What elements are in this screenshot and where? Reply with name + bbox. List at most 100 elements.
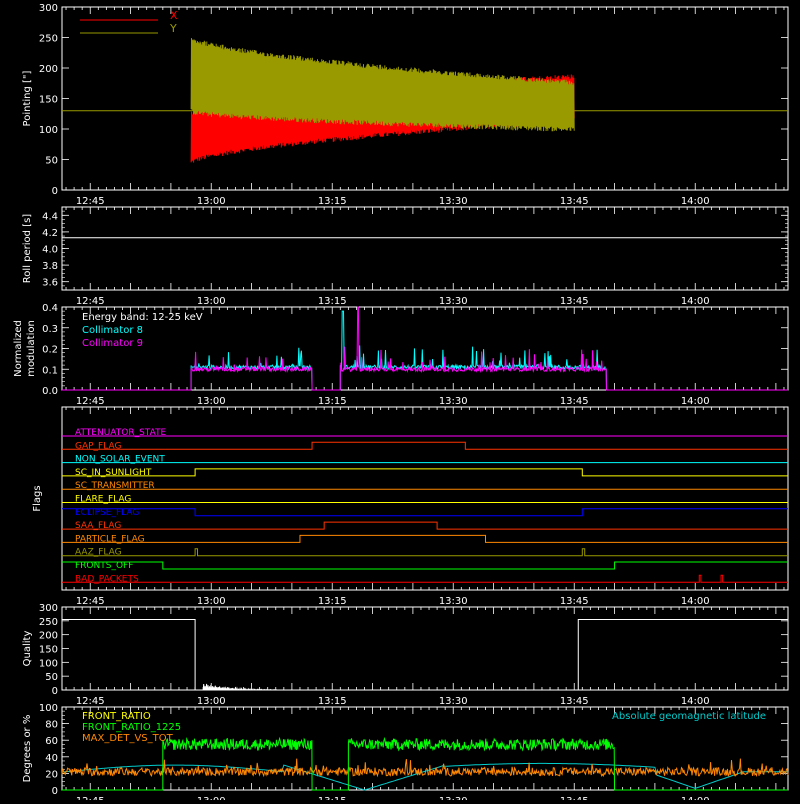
x-tick-label: 14:00 [681,196,710,207]
y-tick-label: 50 [45,156,58,167]
y-tick-label: 60 [45,736,58,747]
legend-collimator-8: Collimator 8 [82,325,143,336]
legend-label-x: X [170,9,178,22]
y-tick-label: 250 [39,34,58,45]
y-tick-label: 0.3 [42,324,58,335]
x-tick-label: 13:30 [439,196,468,207]
x-tick-label: 13:45 [560,396,589,407]
y-tick-label: 0.1 [42,365,58,376]
x-tick-label: 13:45 [560,696,589,707]
x-tick-label: 13:00 [197,396,226,407]
y-axis-label: Degrees or % [22,715,33,783]
flag-label: GAP_FLAG [75,441,121,451]
y-axis-label: Pointing ["] [22,70,33,126]
y-tick-label: 0.0 [42,386,58,397]
x-tick-label: 13:15 [318,596,347,607]
x-tick-label: 13:15 [318,396,347,407]
legend-collimator-9: Collimator 9 [82,338,143,349]
y-axis-label-line1: Normalized [13,320,24,377]
flag-label: FLARE_FLAG [75,495,131,505]
flag-label: SC_IN_SUNLIGHT [75,468,152,478]
x-tick-label: 13:15 [318,296,347,307]
x-tick-label: 14:00 [681,696,710,707]
y-axis-label: Quality [22,631,33,667]
x-tick-label: 13:30 [439,396,468,407]
y-tick-label: 100 [39,125,58,136]
x-tick-label: 12:45 [76,296,105,307]
y-tick-label: 300 [39,603,58,614]
y-tick-label: 50 [45,672,58,683]
annotation-latitude: Absolute geomagnetic latitude [612,711,766,722]
legend-front-ratio: FRONT_RATIO [82,711,151,722]
flag-label: ECLIPSE_FLAG [75,508,139,518]
x-tick-label: 12:45 [76,196,105,207]
y-tick-label: 20 [45,769,58,780]
x-tick-label: 13:45 [560,796,589,800]
x-tick-label: 14:00 [681,796,710,800]
y-tick-label: 100 [39,658,58,669]
y-tick-label: 0.4 [42,303,58,314]
x-tick-label: 13:30 [439,296,468,307]
x-tick-label: 13:15 [318,196,347,207]
legend-energy-band: Energy band: 12-25 keV [82,312,203,323]
flag-label: PARTICLE_FLAG [75,534,145,544]
y-tick-label: 4.0 [42,245,58,256]
panel-frame [61,406,789,591]
x-tick-label: 13:00 [197,696,226,707]
y-tick-label: 150 [39,645,58,656]
legend-label-y: Y [169,22,177,35]
flag-line [62,508,788,517]
y-tick-label: 200 [39,64,58,75]
x-tick-label: 13:00 [197,796,226,800]
max-det-series [61,758,789,778]
quality-panel: 12:45 13:00 13:15 13:30 13:45 14:00 0 50 100 150 2… [22,603,789,707]
y-axis-label: Roll period [s] [22,214,33,283]
roll-period-panel: 12:45 13:00 13:15 13:30 13:45 14:00 3.6 3.8 4.0 4… [22,206,789,307]
x-tick-label: 13:45 [560,296,589,307]
x-tick-label: 13:45 [560,596,589,607]
y-tick-label: 80 [45,720,58,731]
pointing-panel: 12:45 13:00 13:15 13:30 13:45 14:00 0 50 100 150 2… [22,3,789,207]
x-tick-label: 13:00 [197,596,226,607]
chart-svg: 12:45 13:00 13:15 13:30 13:45 14:00 0 50 100 150 2… [13,3,789,804]
flag-label: SAA_FLAG [75,521,121,531]
x-tick-label: 13:45 [560,196,589,207]
quality-spikes [202,683,277,691]
flags-panel: 12:45 13:00 13:15 13:30 13:45 14:00 Flags ATTEN… [32,406,789,607]
y-tick-label: 3.8 [42,261,58,272]
x-tick-label: 14:00 [681,296,710,307]
quality-line [62,618,788,691]
ratio-panel: 12:45 13:00 13:15 13:30 13:45 14:00 0 20 40 60 80 1… [22,703,789,804]
flag-label: BAD_PACKETS [75,574,139,584]
legend-front-ratio-1225: FRONT_RATIO_1225 [82,722,181,733]
x-tick-label: 12:45 [76,696,105,707]
flag-line [62,574,788,583]
y-tick-label: 0 [52,686,58,697]
chart-figure: 12:45 13:00 13:15 13:30 13:45 14:00 0 50 100 150 2… [0,0,800,804]
y-tick-label: 40 [45,753,58,764]
flag-line [62,441,788,450]
y-tick-label: 200 [39,631,58,642]
y-tick-label: 3.6 [42,278,58,289]
x-tick-label: 12:45 [76,796,105,800]
y-tick-label: 150 [39,95,58,106]
modulation-panel: 12:45 13:00 13:15 13:30 13:45 14:00 0.0 0.1 0.2 0… [13,303,789,407]
x-tick-label: 13:15 [318,796,347,800]
flag-label: NON_SOLAR_EVENT [75,455,165,465]
x-tick-label: 12:45 [76,596,105,607]
flag-line [62,521,788,530]
x-tick-label: 14:00 [681,596,710,607]
y-axis-label-line2: modulation [26,320,37,377]
flag-line [62,468,788,477]
y-axis-label: Flags [32,485,43,511]
flag-line [62,534,788,543]
x-tick-label: 12:45 [76,396,105,407]
y-tick-label: 300 [39,3,58,14]
flag-line [62,561,788,570]
x-tick-label: 13:30 [439,596,468,607]
x-tick-label: 13:15 [318,696,347,707]
x-tick-label: 13:00 [197,296,226,307]
y-tick-label: 0.2 [42,345,58,356]
legend-max-det: MAX_DET_VS_TOT [82,733,174,744]
y-tick-label: 250 [39,617,58,628]
